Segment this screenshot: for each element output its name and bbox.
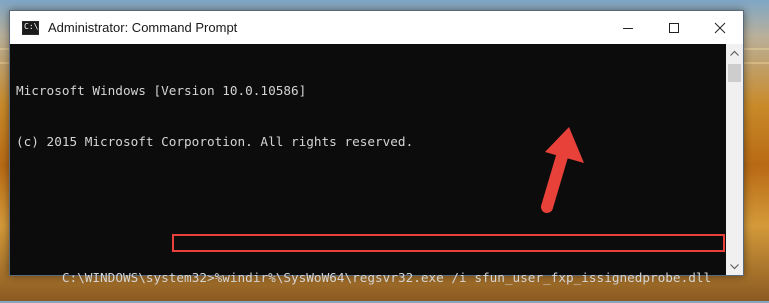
console-output[interactable]: Microsoft Windows [Version 10.0.10586] (… [10, 44, 725, 285]
console-prompt: C:\WINDOWS\system32> [61, 270, 215, 285]
command-highlight-box [172, 234, 725, 252]
scroll-down-icon [730, 263, 739, 269]
window-title: Administrator: Command Prompt [48, 20, 238, 35]
close-button[interactable] [697, 11, 743, 44]
title-bar[interactable]: C:\. Administrator: Command Prompt [10, 11, 743, 44]
maximize-button[interactable] [651, 11, 697, 44]
maximize-icon [669, 22, 679, 33]
scroll-down-button[interactable] [726, 258, 743, 275]
vertical-scrollbar[interactable] [726, 44, 743, 275]
scroll-up-button[interactable] [726, 44, 743, 61]
console-line-copyright: (c) 2015 Microsoft Corporotion. All righ… [16, 134, 414, 149]
minimize-icon [623, 27, 633, 29]
red-arrow-pointer [541, 127, 584, 213]
app-icon-glyph: C:\. [24, 21, 44, 31]
scroll-up-icon [730, 50, 739, 56]
minimize-button[interactable] [605, 11, 651, 44]
window-controls [605, 11, 743, 44]
console-prompt-line: C:\WINDOWS\system32>%windir%\SysWoW64\re… [16, 234, 725, 285]
command-prompt-window[interactable]: C:\. Administrator: Command Prompt Micro… [9, 10, 744, 285]
scrollbar-thumb[interactable] [728, 64, 741, 82]
console-command: %windir%\SysWoW64\regsvr32.exe /i sfun_u… [214, 270, 712, 285]
close-icon [714, 22, 726, 33]
console-line-version: Microsoft Windows [Version 10.0.10586] [16, 83, 307, 98]
cmd-app-icon: C:\. [22, 20, 43, 35]
